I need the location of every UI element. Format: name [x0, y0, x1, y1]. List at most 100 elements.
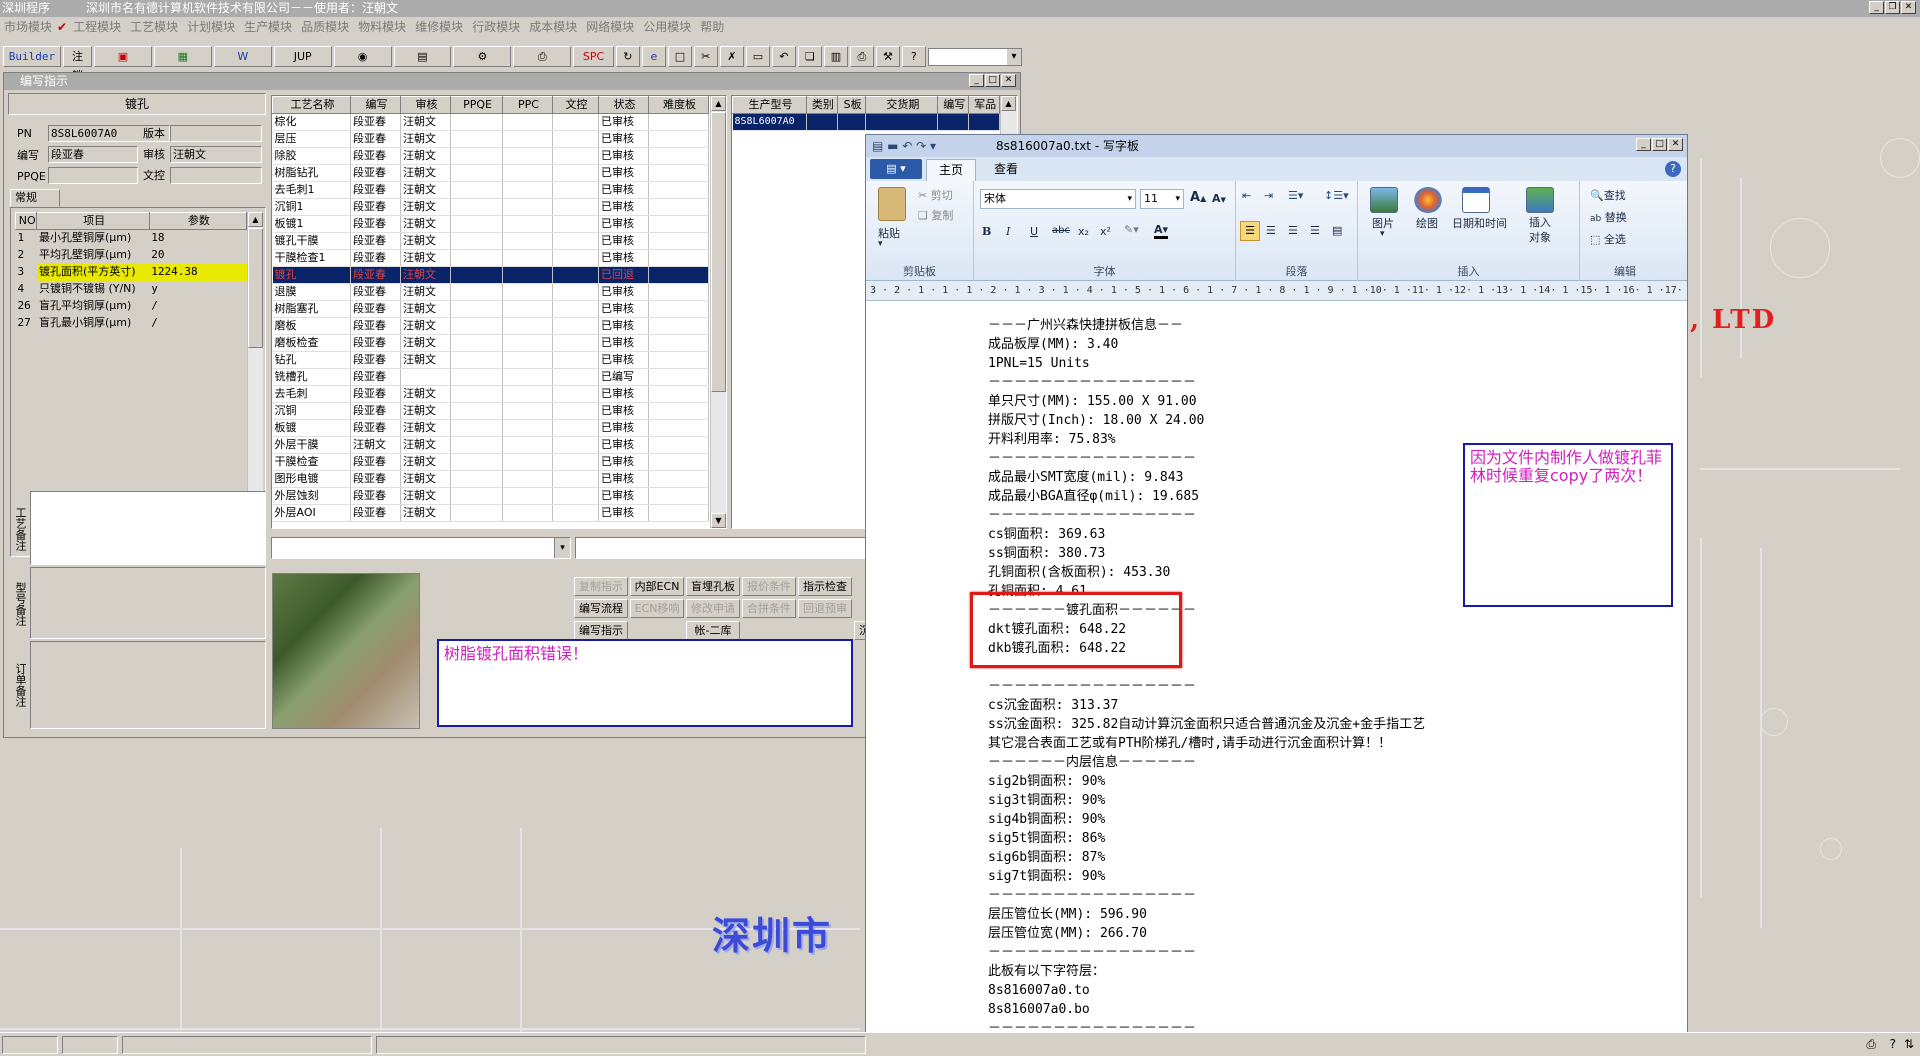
wp-maximize-button[interactable]: □ — [1652, 138, 1667, 151]
undo-icon[interactable]: ↶ — [771, 46, 796, 67]
bold-icon[interactable]: B — [982, 225, 991, 238]
edit-minimize-button[interactable]: _ — [969, 74, 984, 87]
cut-icon[interactable]: ✂ — [693, 46, 718, 67]
align-center-icon[interactable]: ☰ — [1266, 224, 1276, 237]
new-doc-icon[interactable]: □ — [667, 46, 692, 67]
action-button[interactable]: 回退预审 — [798, 599, 852, 618]
process-row[interactable]: 去毛刺1 段亚春 汪朝文 已审核 — [272, 181, 709, 199]
process-row[interactable]: 铣槽孔 段亚春 已编写 — [272, 368, 709, 386]
ruler[interactable]: 3 · 2 · 1 · 1 · 1 · 2 · 1 · 3 · 1 · 4 · … — [866, 281, 1687, 301]
wp-close-button[interactable]: ✕ — [1668, 138, 1683, 151]
process-combo[interactable]: ▾ — [271, 537, 571, 559]
menu-item-3[interactable]: 计划模块 — [187, 20, 235, 34]
model-note-box[interactable] — [30, 567, 266, 639]
justify-icon[interactable]: ☰ — [1310, 224, 1320, 237]
bullets-icon[interactable]: ☰▾ — [1288, 189, 1303, 202]
tab-view[interactable]: 查看 — [984, 159, 1028, 179]
paste-dropdown-icon[interactable]: ▾ — [878, 239, 883, 249]
process-row[interactable]: 磨板检查 段亚春 汪朝文 已审核 — [272, 334, 709, 352]
menu-item-10[interactable]: 网络模块 — [586, 20, 634, 34]
action-button[interactable]: 帐-二库 — [686, 621, 740, 640]
process-row[interactable]: 沉铜1 段亚春 汪朝文 已审核 — [272, 198, 709, 216]
font-color-icon[interactable]: A▾ — [1154, 223, 1169, 239]
process-row[interactable]: 板镀1 段亚春 汪朝文 已审核 — [272, 215, 709, 233]
paste-icon[interactable]: ▥ — [823, 46, 848, 67]
print-icon[interactable]: ⎙ — [849, 46, 874, 67]
italic-icon[interactable]: I — [1006, 225, 1010, 238]
replace-button[interactable]: ab 替换 — [1590, 209, 1627, 225]
copy-icon[interactable]: ❏ — [797, 46, 822, 67]
action-button[interactable]: 编写指示 — [574, 621, 628, 640]
version-field[interactable] — [170, 125, 262, 142]
scroll-up-arrow[interactable]: ▲ — [248, 212, 263, 227]
superscript-icon[interactable]: x² — [1100, 225, 1111, 238]
tab-general[interactable]: 常规 — [10, 189, 60, 207]
select-all-button[interactable]: ⬚ 全选 — [1590, 231, 1626, 247]
ie-icon[interactable]: e — [641, 46, 666, 67]
tray-help-icon[interactable]: ? — [1890, 1037, 1896, 1051]
builder-button[interactable]: Builder — [3, 46, 61, 67]
document-text[interactable]: －－－广州兴森快捷拼板信息－－ 成品板厚(MM): 3.40 1PNL=15 Uni… — [988, 316, 1425, 1038]
action-button[interactable]: 内部ECN — [630, 577, 684, 596]
align-right-icon[interactable]: ☰ — [1288, 224, 1298, 237]
indent-increase-icon[interactable]: ⇥ — [1264, 189, 1273, 202]
wordpad-quick-access-icons[interactable]: ▤ ▬ ↶ ↷ ▾ — [872, 135, 936, 157]
ppqe-field[interactable] — [48, 167, 138, 184]
find-button[interactable]: 🔍查找 — [1590, 187, 1626, 203]
spc-button[interactable]: SPC — [573, 46, 614, 67]
process-scroll-thumb[interactable] — [711, 112, 726, 392]
powerpoint-icon[interactable]: ▣ — [94, 46, 152, 67]
document-area[interactable]: －－－广州兴森快捷拼板信息－－ 成品板厚(MM): 3.40 1PNL=15 Uni… — [866, 302, 1687, 1056]
action-button[interactable]: 复制指示 — [574, 577, 628, 596]
model-header[interactable]: 类别 — [805, 96, 838, 114]
param-row[interactable]: 26 盲孔平均铜厚(μm) / — [16, 298, 247, 315]
paragraph-settings-icon[interactable]: ▤ — [1332, 224, 1342, 237]
action-button[interactable]: 盲埋孔板 — [686, 577, 740, 596]
paste-icon[interactable] — [878, 187, 906, 221]
process-row[interactable]: 干膜检查 段亚春 汪朝文 已审核 — [272, 453, 709, 471]
process-row[interactable]: 外层AOI 段亚春 汪朝文 已审核 — [272, 504, 709, 522]
process-row[interactable]: 镀孔 段亚春 汪朝文 已回退 — [272, 266, 709, 284]
menu-item-4[interactable]: 生产模块 — [244, 20, 292, 34]
app-menu-button[interactable]: ▤ ▾ — [870, 159, 922, 179]
process-header[interactable]: 难度板 — [648, 96, 709, 114]
process-row[interactable]: 外层干膜 汪朝文 汪朝文 已审核 — [272, 436, 709, 454]
param-row[interactable]: 27 盲孔最小铜厚(μm) / — [16, 315, 247, 332]
process-row[interactable]: 树脂钻孔 段亚春 汪朝文 已审核 — [272, 164, 709, 182]
cut-button[interactable]: ✂ 剪切 — [918, 187, 953, 203]
param-header[interactable]: 参数 — [148, 212, 248, 230]
process-scrollbar[interactable]: ▲ ▼ — [710, 96, 726, 528]
font-name-combo[interactable]: 宋体 ▾ — [980, 189, 1136, 209]
order-note-box[interactable] — [30, 641, 266, 729]
reviewer-field[interactable]: 汪朝文 — [170, 146, 262, 163]
model-header[interactable]: 军品 — [968, 96, 1000, 114]
param-row[interactable]: 1 最小孔壁铜厚(μm) 18 — [16, 230, 247, 247]
action-button[interactable]: 编写流程 — [574, 599, 628, 618]
shrink-font-icon[interactable]: A▼ — [1212, 192, 1226, 205]
model-row[interactable]: 8S8L6007A0 — [732, 113, 1000, 131]
process-note-box[interactable] — [30, 491, 266, 565]
object-icon[interactable] — [1526, 187, 1554, 213]
action-button[interactable]: 修改申请 — [686, 599, 740, 618]
edit-close-button[interactable]: ✕ — [1001, 74, 1016, 87]
process-row[interactable]: 外层蚀刻 段亚春 汪朝文 已审核 — [272, 487, 709, 505]
process-row[interactable]: 板镀 段亚春 汪朝文 已审核 — [272, 419, 709, 437]
logout-button[interactable]: 注销 — [62, 46, 93, 82]
action-button[interactable]: ECN移响 — [630, 599, 684, 618]
picture-dropdown-icon[interactable]: ▾ — [1380, 229, 1385, 239]
model-header[interactable]: S板 — [836, 96, 867, 114]
printer-icon[interactable]: ⎙ — [513, 46, 572, 67]
paint-icon[interactable] — [1414, 187, 1442, 213]
eye-icon[interactable]: ◉ — [333, 46, 392, 67]
font-size-combo[interactable]: 11 ▾ — [1140, 189, 1184, 209]
model-header[interactable]: 生产型号 — [732, 96, 807, 114]
menu-item-0[interactable]: 市场模块 — [4, 20, 52, 34]
refresh-icon[interactable]: ↻ — [615, 46, 640, 67]
param-header[interactable]: 项目 — [36, 212, 150, 230]
process-scroll-up[interactable]: ▲ — [711, 96, 726, 111]
line-spacing-icon[interactable]: ↕☰▾ — [1324, 189, 1349, 202]
object-button[interactable]: 插入对象 — [1524, 215, 1556, 245]
action-button[interactable]: 合拼条件 — [742, 599, 796, 618]
process-row[interactable]: 镀孔干膜 段亚春 汪朝文 已审核 — [272, 232, 709, 250]
book-icon[interactable]: ▤ — [393, 46, 452, 67]
